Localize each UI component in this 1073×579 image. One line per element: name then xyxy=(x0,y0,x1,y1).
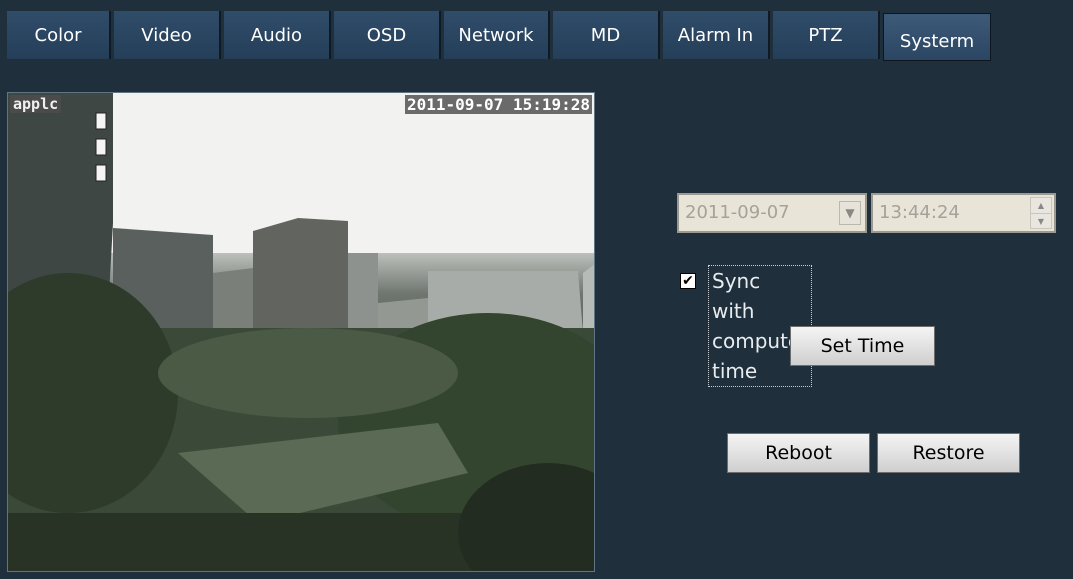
tab-alarm-in[interactable]: Alarm In xyxy=(663,11,770,59)
timestamp-overlay: 2011-09-07 15:19:28 xyxy=(404,95,592,114)
restore-button[interactable]: Restore xyxy=(877,433,1020,473)
tab-md[interactable]: MD xyxy=(553,11,660,59)
spin-up-icon[interactable]: ▲ xyxy=(1031,198,1051,214)
camera-scene-image xyxy=(8,93,594,571)
tab-systerm[interactable]: Systerm xyxy=(883,13,991,61)
tab-network[interactable]: Network xyxy=(444,11,550,59)
tab-ptz[interactable]: PTZ xyxy=(773,11,880,59)
tab-osd[interactable]: OSD xyxy=(334,11,441,59)
reboot-button[interactable]: Reboot xyxy=(727,433,870,473)
dropdown-arrow-icon[interactable]: ▼ xyxy=(839,201,861,225)
camera-name-overlay: applc xyxy=(10,95,62,113)
live-video-view[interactable]: applc 2011-09-07 15:19:28 xyxy=(7,92,595,572)
tab-audio[interactable]: Audio xyxy=(224,11,331,59)
time-value: 13:44:24 xyxy=(879,202,960,223)
set-time-button[interactable]: Set Time xyxy=(790,326,935,366)
date-value: 2011-09-07 xyxy=(685,202,790,223)
tab-color[interactable]: Color xyxy=(7,11,111,59)
tab-video[interactable]: Video xyxy=(114,11,221,59)
sync-checkbox[interactable]: ✔ xyxy=(680,273,696,289)
date-picker[interactable]: 2011-09-07 ▼ xyxy=(677,193,867,233)
spin-down-icon[interactable]: ▼ xyxy=(1031,214,1051,229)
time-input[interactable]: 13:44:24 ▲ ▼ xyxy=(871,193,1056,233)
time-spinner[interactable]: ▲ ▼ xyxy=(1030,197,1052,229)
